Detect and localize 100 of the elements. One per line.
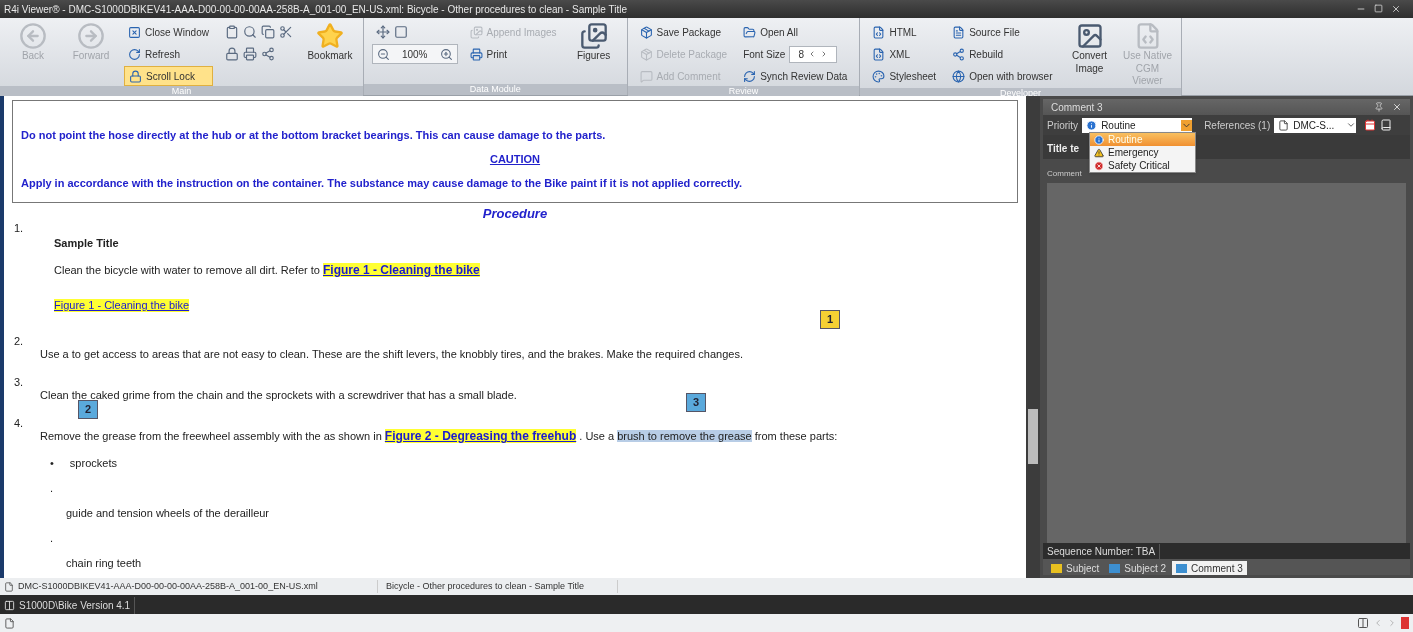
folder-icon xyxy=(743,25,757,39)
list-marker: • xyxy=(50,457,54,470)
ribbon-button[interactable]: Print xyxy=(465,44,561,64)
refresh-icon xyxy=(128,47,141,61)
references-label: References (1) xyxy=(1204,118,1271,133)
step-title: Sample Title xyxy=(54,237,120,250)
file-icon xyxy=(4,581,14,592)
priority-label: Priority xyxy=(1047,118,1079,133)
zoom-out-icon[interactable] xyxy=(376,47,390,61)
printer-icon[interactable] xyxy=(242,47,257,61)
close-icon[interactable] xyxy=(1392,102,1402,112)
step-number: 2. xyxy=(14,335,24,348)
decrease-icon[interactable] xyxy=(808,50,816,58)
scissors-icon[interactable] xyxy=(278,25,293,39)
ribbon-button[interactable]: Source File xyxy=(948,22,1057,42)
figure-link[interactable]: Figure 2 - Degreasing the freehub xyxy=(384,429,577,443)
figure-caption-link[interactable]: Figure 1 - Cleaning the bike xyxy=(54,299,190,312)
columns-icon xyxy=(4,600,15,611)
warning-text: Do not point the hose directly at the hub or at the bottom bracket bearings. This can cause damage to the parts. xyxy=(21,129,607,142)
search-icon[interactable] xyxy=(242,25,257,39)
ribbon-button[interactable]: Scroll Lock xyxy=(124,66,213,86)
ribbon-button[interactable]: Open All xyxy=(739,22,852,42)
step-number: 3. xyxy=(14,376,24,389)
comment-label: Comment xyxy=(1047,169,1082,178)
file-icon xyxy=(1278,119,1290,131)
priority-option[interactable]: Safety Critical xyxy=(1090,159,1195,172)
priority-dropdown[interactable]: Routine xyxy=(1082,117,1193,133)
comment-marker[interactable]: 2 xyxy=(78,400,98,419)
ribbon-button[interactable]: XML xyxy=(868,44,941,64)
images-icon xyxy=(469,25,483,39)
ribbon-button[interactable]: Synch Review Data xyxy=(739,66,852,86)
references-dropdown[interactable]: DMC-S... xyxy=(1274,117,1357,133)
ribbon-group-label: Review xyxy=(627,86,860,97)
comment-marker[interactable]: 1 xyxy=(820,310,840,329)
image-icon xyxy=(1075,22,1104,50)
maximize-icon[interactable] xyxy=(1374,4,1383,13)
step-text: Remove the grease from the freewheel assembly with the as shown in Figure 2 - Degreasing the freehub . Use a brush to remove the grease from these parts: xyxy=(40,430,839,443)
globe-icon xyxy=(952,69,966,83)
file-icon xyxy=(952,25,966,39)
split-view-icon[interactable] xyxy=(1357,617,1369,629)
ribbon-button[interactable]: Save Package xyxy=(635,22,732,42)
ribbon-button[interactable]: Refresh xyxy=(124,44,213,64)
priority-option[interactable]: Emergency xyxy=(1090,146,1195,159)
clipboard-icon[interactable] xyxy=(224,25,239,39)
printer-icon xyxy=(469,47,483,61)
step-text: Clean the bicycle with water to remove all dirt. Refer to Figure 1 - Cleaning the bike xyxy=(54,264,481,277)
panel-tab[interactable]: Subject xyxy=(1047,561,1104,575)
caution-heading: CAUTION xyxy=(489,153,541,166)
step-text: Use a to get access to areas that are not easy to clean. These are the shift levers, the knobbly tires, and the brakes. Make the required changes. xyxy=(40,348,744,361)
panel-title: Comment 3 xyxy=(1051,100,1103,115)
panel-tab[interactable]: Comment 3 xyxy=(1172,561,1247,575)
ribbon-button[interactable]: HTML xyxy=(868,22,941,42)
list-item: sprockets xyxy=(69,457,117,470)
zoom-level: 100% xyxy=(400,47,429,62)
list-marker: . xyxy=(50,532,55,545)
step-number: 4. xyxy=(14,417,24,430)
code-file-icon xyxy=(872,47,886,61)
font-size-label: Font Size xyxy=(743,47,786,62)
frame-icon[interactable] xyxy=(393,25,408,39)
font-size-spinner[interactable]: 8 xyxy=(789,45,837,63)
vertical-scrollbar[interactable] xyxy=(1026,96,1040,578)
increase-icon[interactable] xyxy=(820,50,828,58)
copy-icon[interactable] xyxy=(260,25,275,39)
panel-tab[interactable]: Subject 2 xyxy=(1105,561,1171,575)
list-item: guide and tension wheels of the derailleur xyxy=(65,507,271,520)
ribbon-large-button[interactable]: Figures xyxy=(568,22,619,63)
ribbon-button[interactable]: Close Window xyxy=(124,22,213,42)
ribbon-button[interactable]: Stylesheet xyxy=(868,66,941,86)
code-file-icon xyxy=(872,25,886,39)
pin-icon[interactable] xyxy=(1374,102,1384,112)
package-icon xyxy=(639,25,653,39)
package-icon xyxy=(639,47,653,61)
share-icon[interactable] xyxy=(260,47,275,61)
close-window-icon xyxy=(128,25,141,39)
figure-link[interactable]: Figure 1 - Cleaning the bike xyxy=(323,263,480,277)
status-file-name: DMC-S1000DBIKEV41-AAA-D00-00-00-00AA-258B-A_001-00_EN-US.xml xyxy=(18,579,378,594)
list-marker: . xyxy=(50,482,55,495)
ribbon-group-label: Main xyxy=(0,86,363,97)
calendar-icon[interactable] xyxy=(1364,119,1377,131)
palette-icon xyxy=(872,69,886,83)
step-number: 1. xyxy=(14,222,24,235)
ribbon-group-label: Data Module xyxy=(363,84,627,95)
move-icon[interactable] xyxy=(375,25,390,39)
star-icon xyxy=(315,22,344,50)
lock-icon[interactable] xyxy=(224,47,239,61)
caution-text: Apply in accordance with the instruction on the container. The substance may cause damage to the Bike paint if it is not applied correctly. xyxy=(21,177,744,190)
status-title: Bicycle - Other procedures to clean - Sample Title xyxy=(378,579,618,594)
procedure-heading: Procedure xyxy=(481,206,549,222)
close-icon[interactable] xyxy=(1391,4,1401,14)
ribbon-button[interactable]: Open with browser xyxy=(948,66,1057,86)
book-icon[interactable] xyxy=(1380,119,1393,131)
warning-icon xyxy=(1094,147,1104,158)
zoom-in-icon[interactable] xyxy=(439,47,453,61)
new-file-icon[interactable] xyxy=(4,617,15,629)
ribbon-button[interactable]: Rebuild xyxy=(948,44,1057,64)
ribbon-large-button[interactable]: Convert Image xyxy=(1064,22,1115,75)
list-item: chain ring teeth xyxy=(65,557,143,570)
ribbon-large-button[interactable]: Bookmark xyxy=(304,22,355,63)
sequence-number: Sequence Number: TBA xyxy=(1047,543,1161,559)
comment-marker[interactable]: 3 xyxy=(686,393,706,412)
